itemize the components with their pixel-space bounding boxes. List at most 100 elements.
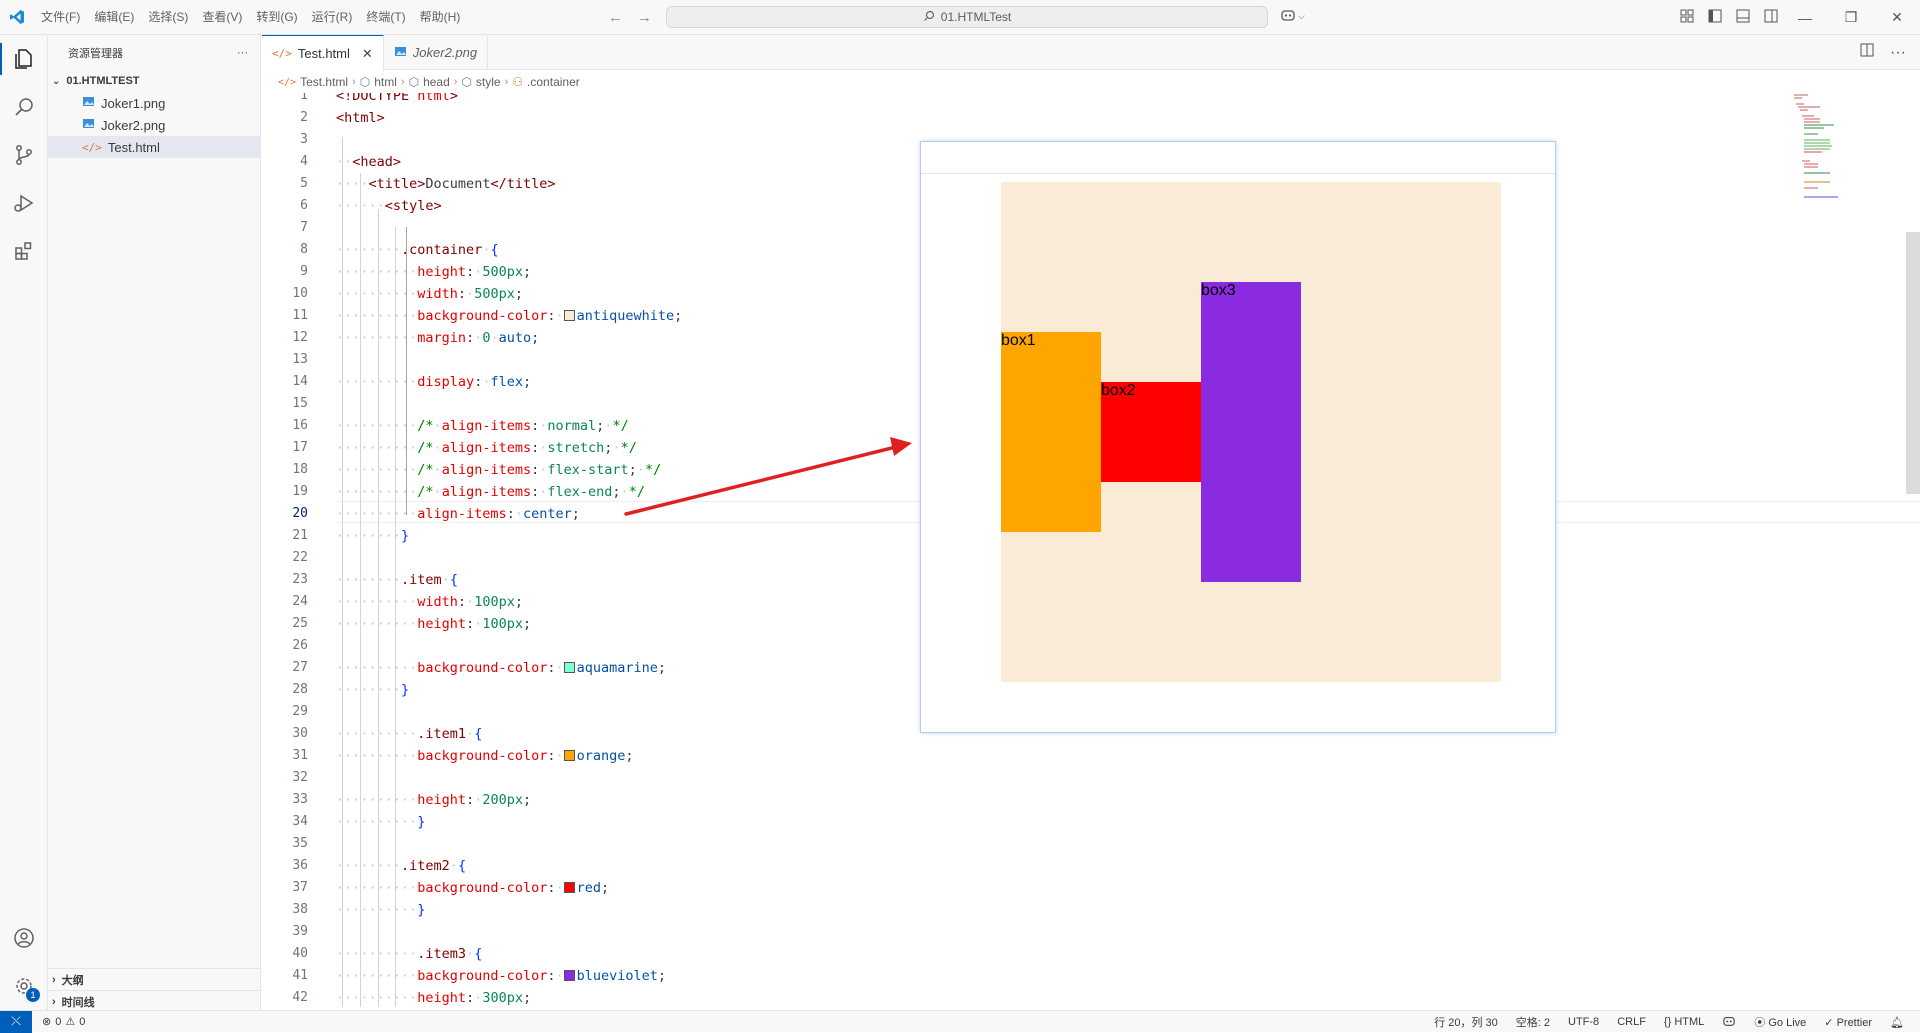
accounts-icon[interactable] [0, 914, 48, 962]
image-file-icon [82, 95, 95, 111]
close-window-icon[interactable]: ✕ [1874, 0, 1920, 35]
menu-edit[interactable]: 编辑(E) [87, 0, 141, 35]
status-bar: ⤬ ⊗ 0 ⚠ 0 行 20，列 30 空格: 2 UTF-8 CRLF {} … [0, 1010, 1920, 1033]
remote-indicator-icon[interactable]: ⤬ [0, 1010, 32, 1033]
back-arrow-icon[interactable]: ← [608, 9, 623, 26]
file-item-test-html[interactable]: </> Test.html [48, 136, 260, 158]
file-item-joker1[interactable]: Joker1.png [48, 92, 260, 114]
toggle-secondary-sidebar-icon[interactable] [1764, 9, 1778, 26]
code-line: ··········.item1·{ [336, 726, 483, 742]
line-number: 11 [292, 308, 308, 323]
run-debug-icon[interactable] [0, 179, 48, 227]
explorer-icon[interactable] [0, 35, 48, 83]
prettier-button[interactable]: ✓ Prettier [1824, 1016, 1872, 1029]
vscode-logo-icon[interactable] [0, 0, 34, 35]
search-view-icon[interactable] [0, 83, 48, 131]
restore-icon[interactable]: ❐ [1828, 0, 1874, 35]
cursor-position[interactable]: 行 20，列 30 [1434, 1014, 1498, 1030]
line-number: 24 [292, 594, 308, 609]
nav-arrows: ← → [608, 0, 652, 35]
line-number: 22 [292, 550, 308, 565]
warning-count: 0 [79, 1015, 86, 1028]
code-line: ··········background-color:· red; [336, 880, 610, 896]
go-live-label: Go Live [1768, 1017, 1807, 1029]
warning-icon: ⚠ [65, 1016, 76, 1028]
tab-joker2-png[interactable]: Joker2.png [384, 35, 489, 70]
code-line: ··<head> [336, 154, 402, 170]
line-number: 27 [292, 660, 308, 675]
outline-section[interactable]: › 大纲 [48, 968, 261, 990]
problems-indicator[interactable]: ⊗ 0 ⚠ 0 [32, 1015, 86, 1029]
forward-arrow-icon[interactable]: → [637, 9, 652, 26]
breadcrumb-item[interactable]: Test.html [300, 75, 348, 89]
breadcrumb-item[interactable]: html [374, 75, 397, 89]
copilot-status-icon[interactable] [1722, 1015, 1736, 1030]
prettier-label: Prettier [1836, 1016, 1873, 1029]
line-number: 3 [300, 132, 308, 147]
toggle-panel-icon[interactable] [1736, 9, 1750, 26]
line-number: 8 [300, 242, 308, 257]
close-icon[interactable]: ✕ [362, 46, 373, 62]
menu-go[interactable]: 转到(G) [249, 0, 304, 35]
color-swatch[interactable] [563, 662, 575, 673]
split-editor-icon[interactable] [1860, 43, 1874, 62]
timeline-label: 时间线 [61, 996, 95, 1009]
code-line: ··········/*·align-items:·normal;·*/ [336, 418, 629, 434]
code-line: ····<title>Document</title> [336, 176, 556, 192]
language-mode[interactable]: {} HTML [1664, 1016, 1704, 1028]
breadcrumb-item[interactable]: head [423, 75, 450, 89]
indentation[interactable]: 空格: 2 [1516, 1014, 1550, 1030]
breadcrumb-item[interactable]: style [476, 75, 501, 89]
preview-toolbar [921, 142, 1555, 174]
color-swatch[interactable] [563, 750, 575, 761]
more-actions-icon[interactable]: ··· [1890, 44, 1906, 62]
line-number: 28 [292, 682, 308, 697]
more-actions-icon[interactable]: ··· [237, 47, 248, 59]
toggle-primary-sidebar-icon[interactable] [1708, 9, 1722, 26]
minimize-icon[interactable]: — [1782, 0, 1828, 35]
vertical-scrollbar-thumb[interactable] [1906, 232, 1920, 494]
extensions-icon[interactable] [0, 227, 48, 275]
element-icon: ⬡ [359, 75, 371, 89]
line-number: 25 [292, 616, 308, 631]
notifications-bell-icon[interactable]: 🔔︎ [1890, 1016, 1904, 1029]
command-center[interactable]: 01.HTMLTest [666, 6, 1268, 28]
line-number: 21 [292, 528, 308, 543]
menu-view[interactable]: 查看(V) [195, 0, 249, 35]
html-file-icon: </> [278, 76, 297, 88]
tab-test-html[interactable]: </> Test.html ✕ [262, 35, 384, 71]
customize-layout-icon[interactable] [1680, 9, 1694, 26]
file-name: Joker1.png [101, 95, 166, 111]
color-swatch[interactable] [563, 310, 575, 321]
code-line: ··········height:·500px; [336, 264, 532, 280]
timeline-section[interactable]: › 时间线 [48, 990, 261, 1012]
encoding[interactable]: UTF-8 [1568, 1016, 1599, 1028]
menu-file[interactable]: 文件(F) [34, 0, 87, 35]
breadcrumb-item[interactable]: .container [527, 75, 580, 89]
color-swatch[interactable] [563, 970, 575, 981]
code-line: ··········.item3·{ [336, 946, 483, 962]
menu-selection[interactable]: 选择(S) [141, 0, 195, 35]
braces-icon: {} [1663, 1016, 1672, 1028]
go-live-button[interactable]: ⦿ Go Live [1754, 1014, 1806, 1030]
code-line: ··········} [336, 902, 426, 918]
language-label: HTML [1674, 1016, 1705, 1028]
code-line: ··········background-color:· blueviolet; [336, 968, 667, 984]
source-control-icon[interactable] [0, 131, 48, 179]
menu-terminal[interactable]: 终端(T) [359, 0, 412, 35]
tab-label: Joker2.png [412, 45, 478, 60]
color-swatch[interactable] [563, 882, 575, 893]
folder-root[interactable]: ⌄ 01.HTMLTEST [48, 70, 260, 92]
menu-help[interactable]: 帮助(H) [413, 0, 468, 35]
minimap[interactable] [1794, 93, 1854, 203]
manage-gear-icon[interactable]: 1 [0, 962, 48, 1010]
menu-run[interactable]: 运行(R) [305, 0, 360, 35]
copilot-button[interactable]: ⌵ [1280, 8, 1305, 25]
code-line: <html> [336, 110, 385, 126]
file-item-joker2[interactable]: Joker2.png [48, 114, 260, 136]
end-of-line[interactable]: CRLF [1617, 1016, 1646, 1028]
